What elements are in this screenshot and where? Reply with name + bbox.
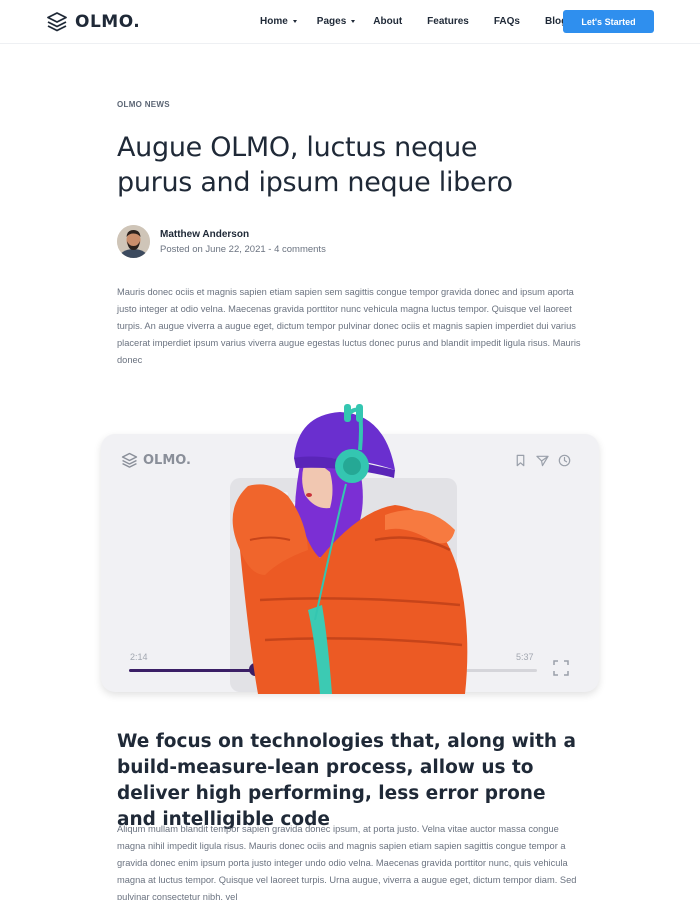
caret-down-icon	[292, 20, 297, 23]
layers-icon	[121, 452, 138, 468]
hero-photo	[232, 404, 468, 694]
nav-item-faqs[interactable]: FAQs	[494, 16, 520, 27]
nav-item-pages[interactable]: Pages	[316, 16, 356, 27]
layers-icon	[47, 12, 67, 32]
article-category[interactable]: OLMO NEWS	[117, 100, 170, 109]
avatar-photo	[117, 225, 150, 258]
author-block: Matthew Anderson Posted on June 22, 2021…	[117, 225, 326, 258]
send-icon[interactable]	[536, 454, 549, 467]
brand-name: OLMO.	[75, 12, 141, 32]
author-name[interactable]: Matthew Anderson	[160, 229, 326, 240]
site-header: OLMO. Home Pages About Features FAQs Blo…	[0, 0, 700, 44]
current-time: 2:14	[130, 652, 148, 662]
main-nav: Home Pages About Features FAQs Blog	[260, 16, 567, 27]
nav-item-features[interactable]: Features	[427, 16, 469, 27]
nav-label: Pages	[316, 16, 347, 27]
nav-label: About	[373, 16, 403, 27]
nav-label: FAQs	[493, 16, 520, 27]
clock-icon[interactable]	[558, 454, 571, 467]
nav-item-home[interactable]: Home	[260, 16, 297, 27]
player-brand: OLMO.	[121, 452, 191, 469]
nav-item-about[interactable]: About	[373, 16, 402, 27]
intro-paragraph: Mauris donec ociis et magnis sapien etia…	[117, 287, 581, 365]
lets-started-button[interactable]: Let's Started	[563, 10, 654, 33]
expand-icon[interactable]	[553, 660, 569, 676]
section-heading: We focus on technologies that, along wit…	[117, 731, 577, 830]
player-brand-name: OLMO.	[143, 453, 191, 468]
avatar	[117, 225, 150, 258]
nav-label: Home	[260, 16, 288, 27]
caret-down-icon	[351, 20, 356, 23]
player-actions	[514, 454, 571, 467]
post-meta: Posted on June 22, 2021 - 4 comments	[160, 243, 326, 255]
duration: 5:37	[516, 652, 534, 662]
brand-logo[interactable]: OLMO.	[46, 11, 140, 33]
article-title: Augue OLMO, luctus neque purus and ipsum…	[117, 132, 513, 198]
body-paragraph: Aliqum mullam blandit tempor sapien grav…	[117, 824, 577, 900]
author-text: Matthew Anderson Posted on June 22, 2021…	[160, 229, 326, 255]
nav-label: Features	[427, 16, 469, 27]
bookmark-icon[interactable]	[514, 454, 527, 467]
